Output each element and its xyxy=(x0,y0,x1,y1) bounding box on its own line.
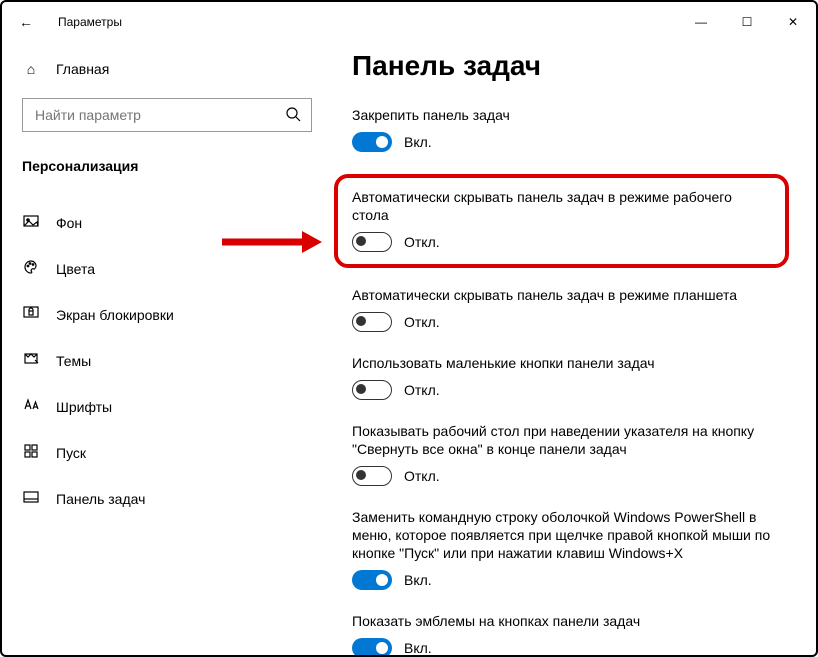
palette-icon xyxy=(22,259,40,279)
maximize-button[interactable]: ☐ xyxy=(724,2,770,42)
sidebar-item-taskbar[interactable]: Панель задач xyxy=(22,476,312,522)
toggle-state-text: Вкл. xyxy=(404,134,432,150)
sidebar-home-label: Главная xyxy=(56,61,109,77)
toggle-row: Откл. xyxy=(352,232,771,252)
toggle-switch[interactable] xyxy=(352,638,392,655)
content: Панель задач Закрепить панель задач Вкл. А… xyxy=(332,42,816,655)
lockscreen-icon xyxy=(22,305,40,325)
toggle-row: Откл. xyxy=(352,380,796,400)
window-title: Параметры xyxy=(58,15,122,29)
sidebar-item-label: Шрифты xyxy=(56,399,112,415)
setting-label: Автоматически скрывать панель задач в ре… xyxy=(352,188,771,224)
sidebar-item-label: Экран блокировки xyxy=(56,307,174,323)
sidebar-item-label: Темы xyxy=(56,353,91,369)
setting: Автоматически скрывать панель задач в ре… xyxy=(352,286,796,332)
setting-label: Закрепить панель задач xyxy=(352,106,796,124)
sidebar-item-themes[interactable]: Темы xyxy=(22,338,312,384)
toggle-state-text: Вкл. xyxy=(404,640,432,655)
search-icon xyxy=(285,106,301,125)
toggle-state-text: Откл. xyxy=(404,468,440,484)
toggle-row: Вкл. xyxy=(352,638,796,655)
sidebar-item-fonts[interactable]: Шрифты xyxy=(22,384,312,430)
toggle-row: Вкл. xyxy=(352,132,796,152)
setting: Показывать рабочий стол при наведении ук… xyxy=(352,422,796,486)
toggle-row: Вкл. xyxy=(352,570,796,590)
setting-label: Показывать рабочий стол при наведении ук… xyxy=(352,422,796,458)
toggle-switch[interactable] xyxy=(352,312,392,332)
toggle-switch[interactable] xyxy=(352,466,392,486)
setting-label: Показать эмблемы на кнопках панели задач xyxy=(352,612,796,630)
setting: Автоматически скрывать панель задач в ре… xyxy=(352,188,771,252)
settings-window: ← Параметры — ☐ ✕ ⌂ Главная Персонализац… xyxy=(0,0,818,657)
titlebar: ← Параметры — ☐ ✕ xyxy=(2,2,816,42)
toggle-row: Откл. xyxy=(352,466,796,486)
annotation-highlight: Автоматически скрывать панель задач в ре… xyxy=(334,174,789,268)
picture-icon xyxy=(22,213,40,233)
home-icon: ⌂ xyxy=(22,61,40,77)
toggle-state-text: Вкл. xyxy=(404,572,432,588)
setting: Заменить командную строку оболочкой Wind… xyxy=(352,508,796,590)
sidebar-item-lockscreen[interactable]: Экран блокировки xyxy=(22,292,312,338)
sidebar-item-label: Панель задач xyxy=(56,491,145,507)
sidebar-item-label: Пуск xyxy=(56,445,86,461)
search-box[interactable] xyxy=(22,98,312,132)
body: ⌂ Главная Персонализация Фон xyxy=(2,42,816,655)
sidebar-item-background[interactable]: Фон xyxy=(22,200,312,246)
taskbar-icon xyxy=(22,489,40,509)
toggle-state-text: Откл. xyxy=(404,382,440,398)
toggle-switch[interactable] xyxy=(352,132,392,152)
sidebar-home[interactable]: ⌂ Главная xyxy=(22,46,312,92)
setting-label: Заменить командную строку оболочкой Wind… xyxy=(352,508,796,562)
toggle-switch[interactable] xyxy=(352,570,392,590)
page-title: Панель задач xyxy=(352,50,796,82)
setting: Закрепить панель задач Вкл. xyxy=(352,106,796,152)
toggle-switch[interactable] xyxy=(352,232,392,252)
search-input[interactable] xyxy=(33,106,285,124)
themes-icon xyxy=(22,351,40,371)
setting-label: Использовать маленькие кнопки панели зад… xyxy=(352,354,796,372)
sidebar: ⌂ Главная Персонализация Фон xyxy=(2,42,332,655)
sidebar-category: Персонализация xyxy=(22,158,312,174)
toggle-state-text: Откл. xyxy=(404,234,440,250)
sidebar-item-label: Цвета xyxy=(56,261,95,277)
setting-label: Автоматически скрывать панель задач в ре… xyxy=(352,286,796,304)
sidebar-item-start[interactable]: Пуск xyxy=(22,430,312,476)
sidebar-nav: Фон Цвета Экран блокировки xyxy=(22,200,312,522)
toggle-switch[interactable] xyxy=(352,380,392,400)
sidebar-item-colors[interactable]: Цвета xyxy=(22,246,312,292)
toggle-row: Откл. xyxy=(352,312,796,332)
sidebar-item-label: Фон xyxy=(56,215,82,231)
fonts-icon xyxy=(22,397,40,417)
toggle-state-text: Откл. xyxy=(404,314,440,330)
back-button[interactable]: ← xyxy=(10,14,42,30)
minimize-button[interactable]: — xyxy=(678,2,724,42)
setting: Показать эмблемы на кнопках панели задач… xyxy=(352,612,796,655)
setting: Использовать маленькие кнопки панели зад… xyxy=(352,354,796,400)
window-controls: — ☐ ✕ xyxy=(678,2,816,42)
start-icon xyxy=(22,443,40,463)
close-button[interactable]: ✕ xyxy=(770,2,816,42)
